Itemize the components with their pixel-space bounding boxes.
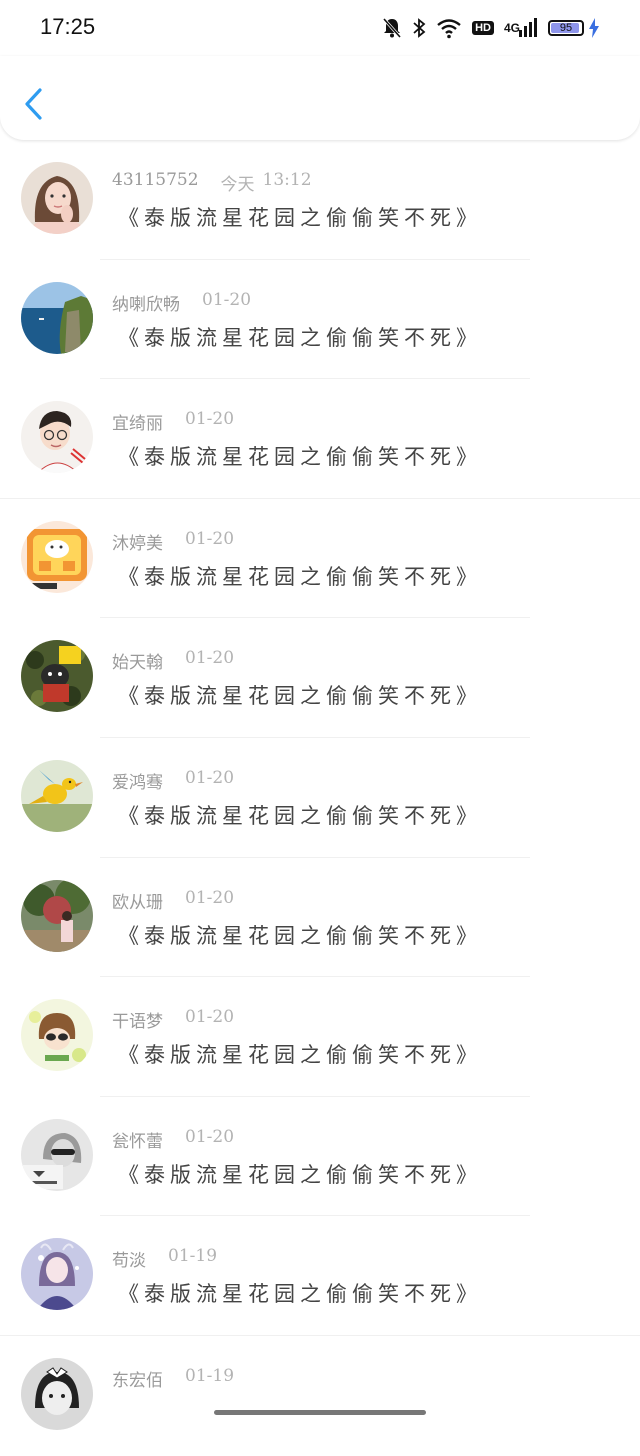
comment-date: 01-20 bbox=[185, 528, 235, 549]
avatar-orange-sticker[interactable] bbox=[21, 520, 93, 593]
comment-meta: 瓮怀蕾 01-20 bbox=[112, 1127, 234, 1152]
wifi-icon bbox=[436, 17, 462, 39]
hd-label: HD bbox=[472, 21, 494, 35]
avatar-tree-girl[interactable] bbox=[21, 879, 93, 952]
comment-date: 01-20 bbox=[185, 767, 235, 788]
comment-text: 《泰版流星花园之偷偷笑不死》 bbox=[118, 684, 482, 709]
comment-username[interactable]: 瓮怀蕾 bbox=[112, 1127, 163, 1152]
comment-username[interactable]: 欧从珊 bbox=[112, 888, 163, 913]
comment-date: 01-20 bbox=[185, 1126, 235, 1147]
comment-text: 《泰版流星花园之偷偷笑不死》 bbox=[118, 445, 482, 470]
mute-icon bbox=[382, 17, 402, 39]
comment-item[interactable]: 始天翰 01-20 《泰版流星花园之偷偷笑不死》 bbox=[0, 618, 640, 738]
status-icons: HD 4G 95 bbox=[382, 16, 600, 40]
comment-item[interactable]: 欧从珊 01-20 《泰版流星花园之偷偷笑不死》 bbox=[0, 858, 640, 978]
comment-text: 《泰版流星花园之偷偷笑不死》 bbox=[118, 1162, 482, 1187]
comment-meta: 宜绮丽 01-20 bbox=[112, 409, 234, 434]
comment-username[interactable]: 始天翰 bbox=[112, 648, 163, 673]
comment-meta: 欧从珊 01-20 bbox=[112, 888, 234, 913]
comment-list: 43115752 今天 13:12 《泰版流星花园之偷偷笑不死》 纳喇欣畅 01-20 《泰… bbox=[0, 140, 640, 1456]
avatar-cartoon-girl[interactable] bbox=[21, 999, 93, 1072]
comment-date: 01-20 bbox=[185, 1007, 235, 1028]
comment-text: 《泰版流星花园之偷偷笑不死》 bbox=[118, 1282, 482, 1307]
comment-username[interactable]: 沐婷美 bbox=[112, 529, 163, 554]
avatar-bw-photo[interactable] bbox=[21, 1118, 93, 1191]
hd-icon: HD bbox=[472, 17, 494, 39]
avatar-girl-photo[interactable] bbox=[21, 162, 93, 234]
comment-meta: 干语梦 01-20 bbox=[112, 1007, 234, 1032]
avatar-yellow-bird[interactable] bbox=[21, 759, 93, 832]
back-button[interactable] bbox=[22, 86, 48, 122]
header bbox=[0, 56, 640, 140]
charging-icon bbox=[588, 17, 600, 39]
comment-date: 01-19 bbox=[168, 1246, 218, 1267]
comment-date: 01-20 bbox=[185, 887, 235, 908]
avatar-sea-cliff[interactable] bbox=[21, 281, 93, 354]
status-bar: 17:25 HD 4G 95 bbox=[0, 0, 640, 56]
comment-item[interactable]: 瓮怀蕾 01-20 《泰版流星花园之偷偷笑不死》 bbox=[0, 1097, 640, 1217]
comment-text: 《泰版流星花园之偷偷笑不死》 bbox=[118, 923, 482, 948]
avatar-camo-character[interactable] bbox=[21, 640, 93, 713]
comment-username[interactable]: 爱鸿骞 bbox=[112, 768, 163, 793]
comment-date: 01-20 bbox=[202, 289, 252, 310]
comment-text: 《泰版流星花园之偷偷笑不死》 bbox=[118, 564, 482, 589]
avatar-cartoon-boy[interactable] bbox=[21, 401, 93, 474]
comment-meta: 沐婷美 01-20 bbox=[112, 529, 234, 554]
status-time: 17:25 bbox=[40, 14, 96, 39]
comment-time: 13:12 bbox=[262, 170, 312, 190]
battery-icon: 95 bbox=[548, 17, 584, 39]
comment-item[interactable]: 宜绮丽 01-20 《泰版流星花园之偷偷笑不死》 bbox=[0, 379, 640, 499]
comment-date: 01-20 bbox=[185, 409, 235, 430]
comment-username[interactable]: 43115752 bbox=[112, 170, 199, 195]
battery-level: 95 bbox=[559, 22, 573, 34]
home-indicator[interactable] bbox=[214, 1410, 426, 1415]
comment-username[interactable]: 苟淡 bbox=[112, 1246, 146, 1271]
comment-username[interactable]: 宜绮丽 bbox=[112, 409, 163, 434]
comment-text: 《泰版流星花园之偷偷笑不死》 bbox=[118, 803, 482, 828]
comment-text: 《泰版流星花园之偷偷笑不死》 bbox=[118, 1043, 482, 1068]
comment-text: 《泰版流星花园之偷偷笑不死》 bbox=[118, 325, 482, 350]
comment-item[interactable]: 爱鸿骞 01-20 《泰版流星花园之偷偷笑不死》 bbox=[0, 738, 640, 858]
comment-item[interactable]: 沐婷美 01-20 《泰版流星花园之偷偷笑不死》 bbox=[0, 499, 640, 619]
signal-icon: 4G bbox=[504, 17, 538, 39]
comment-item[interactable]: 43115752 今天 13:12 《泰版流星花园之偷偷笑不死》 bbox=[0, 140, 640, 260]
comment-username[interactable]: 东宏佰 bbox=[112, 1366, 163, 1391]
comment-meta: 43115752 今天 13:12 bbox=[112, 170, 312, 195]
comment-meta: 苟淡 01-19 bbox=[112, 1246, 217, 1271]
comment-username[interactable]: 纳喇欣畅 bbox=[112, 290, 180, 315]
comment-meta: 纳喇欣畅 01-20 bbox=[112, 290, 251, 315]
bluetooth-icon bbox=[412, 17, 426, 39]
comment-date: 今天 bbox=[220, 175, 255, 195]
comment-username[interactable]: 干语梦 bbox=[112, 1007, 163, 1032]
comment-item[interactable]: 苟淡 01-19 《泰版流星花园之偷偷笑不死》 bbox=[0, 1216, 640, 1336]
comment-date: 01-20 bbox=[185, 648, 235, 669]
avatar-bw-child[interactable] bbox=[21, 1357, 93, 1430]
comment-meta: 爱鸿骞 01-20 bbox=[112, 768, 234, 793]
comment-item[interactable]: 纳喇欣畅 01-20 《泰版流星花园之偷偷笑不死》 bbox=[0, 260, 640, 380]
comment-item[interactable]: 东宏佰 01-19 bbox=[0, 1336, 640, 1456]
comment-item[interactable]: 干语梦 01-20 《泰版流星花园之偷偷笑不死》 bbox=[0, 977, 640, 1097]
comment-text: 《泰版流星花园之偷偷笑不死》 bbox=[118, 206, 482, 230]
comment-meta: 始天翰 01-20 bbox=[112, 648, 234, 673]
comment-date: 01-19 bbox=[185, 1365, 235, 1386]
avatar-doll-girl[interactable] bbox=[21, 1238, 93, 1311]
back-arrow-icon bbox=[25, 88, 42, 120]
comment-meta: 东宏佰 01-19 bbox=[112, 1366, 234, 1391]
